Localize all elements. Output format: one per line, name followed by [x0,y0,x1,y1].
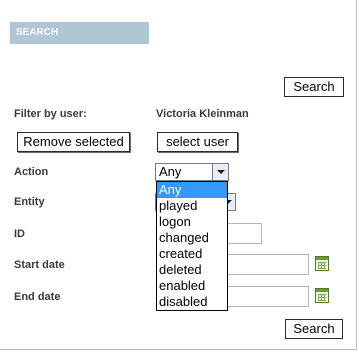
remove-selected-button[interactable]: Remove selected [17,132,130,152]
action-option-any[interactable]: Any [157,182,227,198]
action-option-played[interactable]: played [157,198,227,214]
id-label: ID [14,228,25,240]
action-select-value: Any [159,164,182,179]
action-option-logon[interactable]: logon [157,214,227,230]
action-option-disabled[interactable]: disabled [157,294,227,310]
search-header: SEARCH [10,22,149,44]
calendar-icon[interactable] [315,288,329,303]
select-user-button[interactable]: select user [157,132,238,152]
action-option-created[interactable]: created [157,246,227,262]
selected-user-name: Victoria Kleinman [156,108,249,120]
action-label: Action [14,166,49,178]
action-option-changed[interactable]: changed [157,230,227,246]
search-panel: SEARCH Search Filter by user: Victoria K… [0,0,357,350]
action-option-deleted[interactable]: deleted [157,262,227,278]
calendar-icon[interactable] [315,256,329,271]
entity-label: Entity [14,196,45,208]
chevron-down-icon[interactable] [212,164,228,180]
action-option-enabled[interactable]: enabled [157,278,227,294]
search-button-top[interactable]: Search [284,77,344,97]
start-date-label: Start date [14,259,65,271]
action-dropdown-list: Any played logon changed created deleted… [156,181,228,311]
search-button-bottom[interactable]: Search [285,319,343,339]
filter-user-label: Filter by user: [14,108,87,120]
action-select[interactable]: Any [155,163,229,181]
end-date-label: End date [14,291,61,303]
